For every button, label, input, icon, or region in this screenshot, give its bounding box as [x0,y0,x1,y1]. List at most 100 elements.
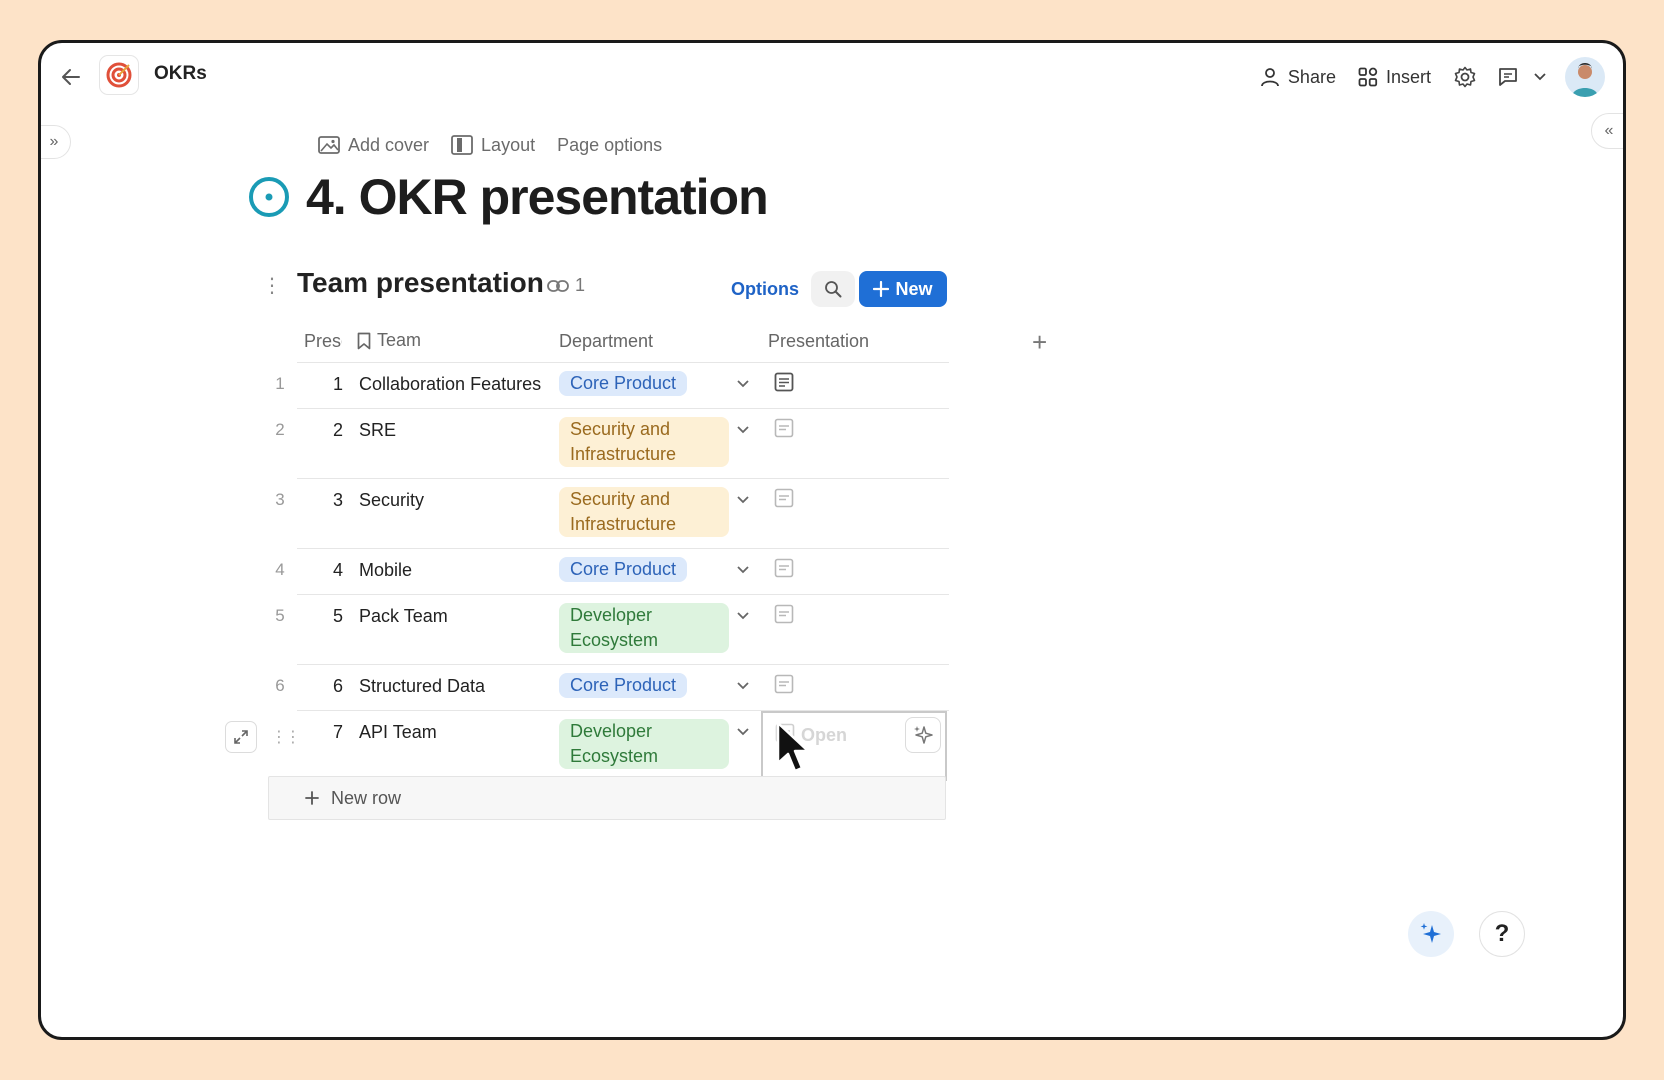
link-count-value: 1 [575,275,586,295]
comments-icon[interactable] [1491,57,1525,97]
expand-row-icon[interactable] [225,721,257,753]
page-title-row: 4. OKR presentation [248,168,769,226]
top-right-toolbar: Share Insert [1252,55,1605,99]
row-number: 5 [275,606,285,625]
layout-label: Layout [481,134,536,155]
cell-team[interactable]: Structured Data [359,676,485,697]
doc-title[interactable]: OKRs [154,63,207,85]
new-button[interactable]: New [859,271,947,307]
column-header-team[interactable]: Team [357,330,421,351]
row-number: 2 [275,420,285,439]
cell-id[interactable]: 6 [319,676,343,697]
chevron-down-icon[interactable] [737,561,749,577]
presentation-doc-icon[interactable] [773,603,795,625]
department-tag: Core Product [559,673,688,698]
row-number: 4 [275,560,285,579]
table-row[interactable]: 2 2 SRE Security and Infrastructure [275,409,949,479]
cell-department[interactable]: Developer Ecosystem [559,603,729,653]
chevron-down-icon[interactable] [737,421,749,437]
department-tag: Developer Ecosystem [559,603,729,653]
cell-team[interactable]: Pack Team [359,606,448,627]
sparkle-ai-icon[interactable] [905,717,941,753]
cell-team[interactable]: SRE [359,420,396,441]
comments-dropdown-chevron-icon[interactable] [1531,73,1549,81]
bookmark-icon [357,332,371,349]
cell-department[interactable]: Core Product [559,371,688,396]
linked-count[interactable]: 1 [547,275,585,296]
cell-department[interactable]: Security and Infrastructure [559,417,729,467]
column-header-pres[interactable]: Presentation [304,331,342,352]
page-circle-icon[interactable] [248,176,290,218]
add-column-plus-icon[interactable]: + [1032,327,1047,358]
plus-icon [873,281,890,297]
back-arrow-icon[interactable] [55,61,87,93]
department-tag: Core Product [559,557,688,582]
chevron-down-icon[interactable] [737,677,749,693]
table-row[interactable]: 5 5 Pack Team Developer Ecosystem [275,595,949,665]
share-label: Share [1287,66,1336,87]
table-row[interactable]: 6 6 Structured Data Core Product [275,665,949,711]
link-icon [547,279,569,292]
cell-department[interactable]: Core Product [559,673,688,698]
cell-id[interactable]: 4 [319,560,343,581]
grid-icon [1358,67,1378,87]
table-options-button[interactable]: Options [731,279,799,300]
ai-assistant-sparkle-icon[interactable] [1408,911,1454,957]
presentation-doc-icon[interactable] [773,371,795,393]
cell-department[interactable]: Developer Ecosystem [559,719,729,769]
page-header-options: Add cover Layout Page options [318,131,662,159]
column-header-department[interactable]: Department [559,331,653,352]
cell-team[interactable]: API Team [359,722,437,743]
layout-button[interactable]: Layout [451,131,535,159]
presentation-doc-icon[interactable] [773,487,795,509]
insert-button[interactable]: Insert [1350,57,1439,97]
column-header-presentation[interactable]: Presentation [768,331,869,352]
mouse-cursor-icon [776,721,810,782]
presentation-doc-icon[interactable] [773,673,795,695]
cell-id[interactable]: 2 [319,420,343,441]
help-question-icon[interactable]: ? [1479,911,1525,957]
cell-id[interactable]: 5 [319,606,343,627]
user-avatar[interactable] [1565,57,1605,97]
table-row[interactable]: 1 1 Collaboration Features Core Product [275,363,949,409]
expand-left-panel-icon[interactable]: » [41,125,71,159]
row-number: 3 [275,490,285,509]
add-cover-label: Add cover [348,134,430,155]
department-tag: Security and Infrastructure [559,487,729,537]
page-options-button[interactable]: Page options [557,131,662,159]
page-title[interactable]: 4. OKR presentation [306,168,769,226]
app-window: OKRs Share Insert » « Add cover Layout P… [38,40,1626,1040]
cell-id[interactable]: 3 [319,490,343,511]
person-icon [1261,68,1279,87]
cell-department[interactable]: Core Product [559,557,688,582]
new-row-label: New row [331,787,402,808]
cell-team[interactable]: Security [359,490,424,511]
presentation-doc-icon[interactable] [773,417,795,439]
cell-team[interactable]: Collaboration Features [359,374,541,395]
cell-id[interactable]: 7 [319,722,343,743]
okrs-target-icon[interactable] [99,55,139,95]
chevron-down-icon[interactable] [737,607,749,623]
add-cover-button[interactable]: Add cover [318,131,429,159]
presentation-doc-icon[interactable] [773,557,795,579]
chevron-down-icon[interactable] [737,723,749,739]
new-label: New [895,278,933,299]
collapse-right-panel-icon[interactable]: « [1591,113,1623,149]
new-row-button[interactable]: New row [268,776,946,820]
block-menu-icon[interactable]: ⋮ [262,273,282,297]
table-row[interactable]: 3 3 Security Security and Infrastructure [275,479,949,549]
drag-handle-icon[interactable]: ⋮⋮ [271,727,301,747]
chevron-down-icon[interactable] [737,375,749,391]
table-row[interactable]: ⋮⋮ 7 API Team Developer Ecosystem Open [225,711,949,781]
chevron-down-icon[interactable] [737,491,749,507]
row-number: 6 [275,676,285,695]
settings-gear-icon[interactable] [1445,57,1485,97]
cell-department[interactable]: Security and Infrastructure [559,487,729,537]
table-row[interactable]: 4 4 Mobile Core Product [275,549,949,595]
cell-id[interactable]: 1 [319,374,343,395]
department-tag: Developer Ecosystem [559,719,729,769]
cell-team[interactable]: Mobile [359,560,412,581]
table-title[interactable]: Team presentation [297,267,544,299]
table-search-icon[interactable] [811,271,855,307]
share-button[interactable]: Share [1252,57,1344,97]
